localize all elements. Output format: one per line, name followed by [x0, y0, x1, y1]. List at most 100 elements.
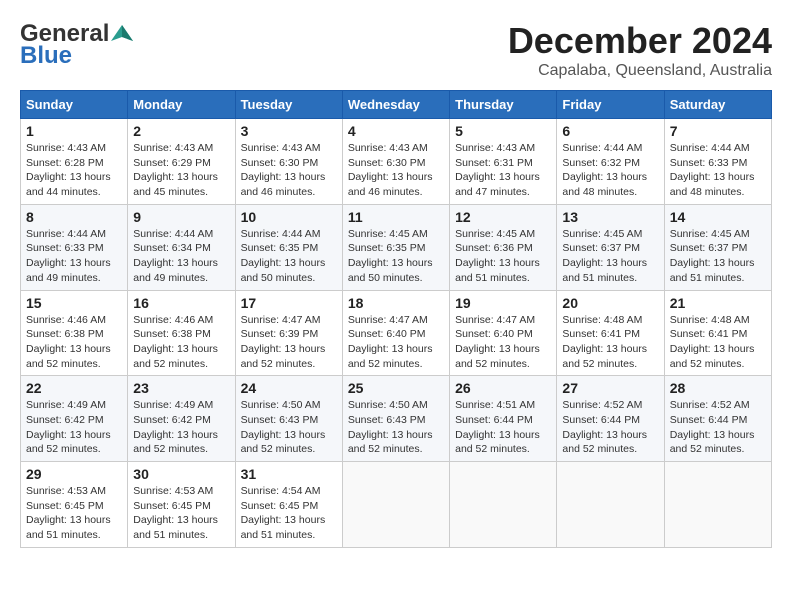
- day-info: Sunrise: 4:45 AMSunset: 6:37 PMDaylight:…: [562, 228, 647, 284]
- day-number: 25: [348, 380, 444, 396]
- day-info: Sunrise: 4:50 AMSunset: 6:43 PMDaylight:…: [348, 399, 433, 455]
- header: General Blue December 2024 Capalaba, Que…: [20, 20, 772, 80]
- calendar-header-friday: Friday: [557, 91, 664, 119]
- location-title: Capalaba, Queensland, Australia: [508, 62, 772, 80]
- calendar-cell: 5 Sunrise: 4:43 AMSunset: 6:31 PMDaylight…: [450, 119, 557, 205]
- calendar-cell: 14 Sunrise: 4:45 AMSunset: 6:37 PMDayligh…: [664, 204, 771, 290]
- day-number: 26: [455, 380, 551, 396]
- day-number: 15: [26, 295, 122, 311]
- calendar-header-sunday: Sunday: [21, 91, 128, 119]
- day-info: Sunrise: 4:45 AMSunset: 6:35 PMDaylight:…: [348, 228, 433, 284]
- calendar: SundayMondayTuesdayWednesdayThursdayFrid…: [20, 90, 772, 548]
- calendar-cell: 27 Sunrise: 4:52 AMSunset: 6:44 PMDayligh…: [557, 376, 664, 462]
- day-number: 24: [241, 380, 337, 396]
- calendar-cell: 28 Sunrise: 4:52 AMSunset: 6:44 PMDayligh…: [664, 376, 771, 462]
- calendar-week-3: 15 Sunrise: 4:46 AMSunset: 6:38 PMDayligh…: [21, 290, 772, 376]
- calendar-cell: 31Sunrise: 4:54 AMSunset: 6:45 PMDayligh…: [235, 462, 342, 548]
- calendar-cell: 11 Sunrise: 4:45 AMSunset: 6:35 PMDayligh…: [342, 204, 449, 290]
- calendar-week-1: 1 Sunrise: 4:43 AMSunset: 6:28 PMDaylight…: [21, 119, 772, 205]
- calendar-cell: [342, 462, 449, 548]
- day-info: Sunrise: 4:47 AMSunset: 6:40 PMDaylight:…: [348, 314, 433, 370]
- day-info: Sunrise: 4:44 AMSunset: 6:33 PMDaylight:…: [670, 142, 755, 198]
- day-number: 1: [26, 123, 122, 139]
- day-info: Sunrise: 4:44 AMSunset: 6:35 PMDaylight:…: [241, 228, 326, 284]
- day-number: 22: [26, 380, 122, 396]
- calendar-cell: 6 Sunrise: 4:44 AMSunset: 6:32 PMDaylight…: [557, 119, 664, 205]
- calendar-cell: 30 Sunrise: 4:53 AMSunset: 6:45 PMDayligh…: [128, 462, 235, 548]
- day-number: 6: [562, 123, 658, 139]
- day-info: Sunrise: 4:53 AMSunset: 6:45 PMDaylight:…: [133, 485, 218, 541]
- day-info: Sunrise: 4:44 AMSunset: 6:34 PMDaylight:…: [133, 228, 218, 284]
- calendar-cell: [557, 462, 664, 548]
- calendar-cell: [664, 462, 771, 548]
- day-info: Sunrise: 4:49 AMSunset: 6:42 PMDaylight:…: [133, 399, 218, 455]
- day-number: 13: [562, 209, 658, 225]
- calendar-cell: 1 Sunrise: 4:43 AMSunset: 6:28 PMDaylight…: [21, 119, 128, 205]
- calendar-header-thursday: Thursday: [450, 91, 557, 119]
- calendar-cell: 2Sunrise: 4:43 AMSunset: 6:29 PMDaylight…: [128, 119, 235, 205]
- day-number: 27: [562, 380, 658, 396]
- day-number: 30: [133, 466, 229, 482]
- calendar-cell: 20 Sunrise: 4:48 AMSunset: 6:41 PMDayligh…: [557, 290, 664, 376]
- calendar-cell: 22 Sunrise: 4:49 AMSunset: 6:42 PMDayligh…: [21, 376, 128, 462]
- calendar-week-2: 8Sunrise: 4:44 AMSunset: 6:33 PMDaylight…: [21, 204, 772, 290]
- day-number: 10: [241, 209, 337, 225]
- day-info: Sunrise: 4:43 AMSunset: 6:28 PMDaylight:…: [26, 142, 111, 198]
- calendar-cell: 4Sunrise: 4:43 AMSunset: 6:30 PMDaylight…: [342, 119, 449, 205]
- calendar-cell: 7Sunrise: 4:44 AMSunset: 6:33 PMDaylight…: [664, 119, 771, 205]
- day-info: Sunrise: 4:47 AMSunset: 6:40 PMDaylight:…: [455, 314, 540, 370]
- logo-blue: Blue: [20, 42, 72, 70]
- day-number: 3: [241, 123, 337, 139]
- day-number: 19: [455, 295, 551, 311]
- day-number: 20: [562, 295, 658, 311]
- calendar-cell: 23Sunrise: 4:49 AMSunset: 6:42 PMDayligh…: [128, 376, 235, 462]
- day-number: 18: [348, 295, 444, 311]
- calendar-cell: 18 Sunrise: 4:47 AMSunset: 6:40 PMDayligh…: [342, 290, 449, 376]
- month-title: December 2024: [508, 20, 772, 62]
- calendar-cell: 15 Sunrise: 4:46 AMSunset: 6:38 PMDayligh…: [21, 290, 128, 376]
- calendar-cell: 12Sunrise: 4:45 AMSunset: 6:36 PMDayligh…: [450, 204, 557, 290]
- calendar-cell: [450, 462, 557, 548]
- calendar-cell: 3 Sunrise: 4:43 AMSunset: 6:30 PMDaylight…: [235, 119, 342, 205]
- day-info: Sunrise: 4:43 AMSunset: 6:30 PMDaylight:…: [241, 142, 326, 198]
- day-info: Sunrise: 4:49 AMSunset: 6:42 PMDaylight:…: [26, 399, 111, 455]
- day-info: Sunrise: 4:45 AMSunset: 6:37 PMDaylight:…: [670, 228, 755, 284]
- day-info: Sunrise: 4:52 AMSunset: 6:44 PMDaylight:…: [562, 399, 647, 455]
- calendar-header-wednesday: Wednesday: [342, 91, 449, 119]
- day-info: Sunrise: 4:47 AMSunset: 6:39 PMDaylight:…: [241, 314, 326, 370]
- calendar-cell: 13 Sunrise: 4:45 AMSunset: 6:37 PMDayligh…: [557, 204, 664, 290]
- calendar-cell: 17 Sunrise: 4:47 AMSunset: 6:39 PMDayligh…: [235, 290, 342, 376]
- calendar-cell: 29Sunrise: 4:53 AMSunset: 6:45 PMDayligh…: [21, 462, 128, 548]
- day-info: Sunrise: 4:46 AMSunset: 6:38 PMDaylight:…: [133, 314, 218, 370]
- day-info: Sunrise: 4:52 AMSunset: 6:44 PMDaylight:…: [670, 399, 755, 455]
- calendar-week-5: 29 Sunrise: 4:53 AMSunset: 6:45 PMDayligh…: [21, 462, 772, 548]
- calendar-cell: 19 Sunrise: 4:47 AMSunset: 6:40 PMDayligh…: [450, 290, 557, 376]
- calendar-header-saturday: Saturday: [664, 91, 771, 119]
- day-info: Sunrise: 4:43 AMSunset: 6:31 PMDaylight:…: [455, 142, 540, 198]
- calendar-header-monday: Monday: [128, 91, 235, 119]
- day-number: 14: [670, 209, 766, 225]
- day-number: 21: [670, 295, 766, 311]
- day-info: Sunrise: 4:48 AMSunset: 6:41 PMDaylight:…: [670, 314, 755, 370]
- day-info: Sunrise: 4:44 AMSunset: 6:32 PMDaylight:…: [562, 142, 647, 198]
- day-number: 5: [455, 123, 551, 139]
- day-number: 11: [348, 209, 444, 225]
- day-number: 29: [26, 466, 122, 482]
- calendar-week-4: 22 Sunrise: 4:49 AMSunset: 6:42 PMDayligh…: [21, 376, 772, 462]
- day-number: 9: [133, 209, 229, 225]
- day-info: Sunrise: 4:51 AMSunset: 6:44 PMDaylight:…: [455, 399, 540, 455]
- day-number: 28: [670, 380, 766, 396]
- day-info: Sunrise: 4:50 AMSunset: 6:43 PMDaylight:…: [241, 399, 326, 455]
- day-info: Sunrise: 4:48 AMSunset: 6:41 PMDaylight:…: [562, 314, 647, 370]
- day-number: 17: [241, 295, 337, 311]
- day-info: Sunrise: 4:45 AMSunset: 6:36 PMDaylight:…: [455, 228, 540, 284]
- title-area: December 2024 Capalaba, Queensland, Aust…: [508, 20, 772, 80]
- logo-bird-icon: [111, 23, 133, 45]
- day-info: Sunrise: 4:43 AMSunset: 6:30 PMDaylight:…: [348, 142, 433, 198]
- day-info: Sunrise: 4:46 AMSunset: 6:38 PMDaylight:…: [26, 314, 111, 370]
- calendar-cell: 16 Sunrise: 4:46 AMSunset: 6:38 PMDayligh…: [128, 290, 235, 376]
- day-number: 16: [133, 295, 229, 311]
- logo: General Blue: [20, 20, 133, 70]
- day-info: Sunrise: 4:44 AMSunset: 6:33 PMDaylight:…: [26, 228, 111, 284]
- calendar-header-tuesday: Tuesday: [235, 91, 342, 119]
